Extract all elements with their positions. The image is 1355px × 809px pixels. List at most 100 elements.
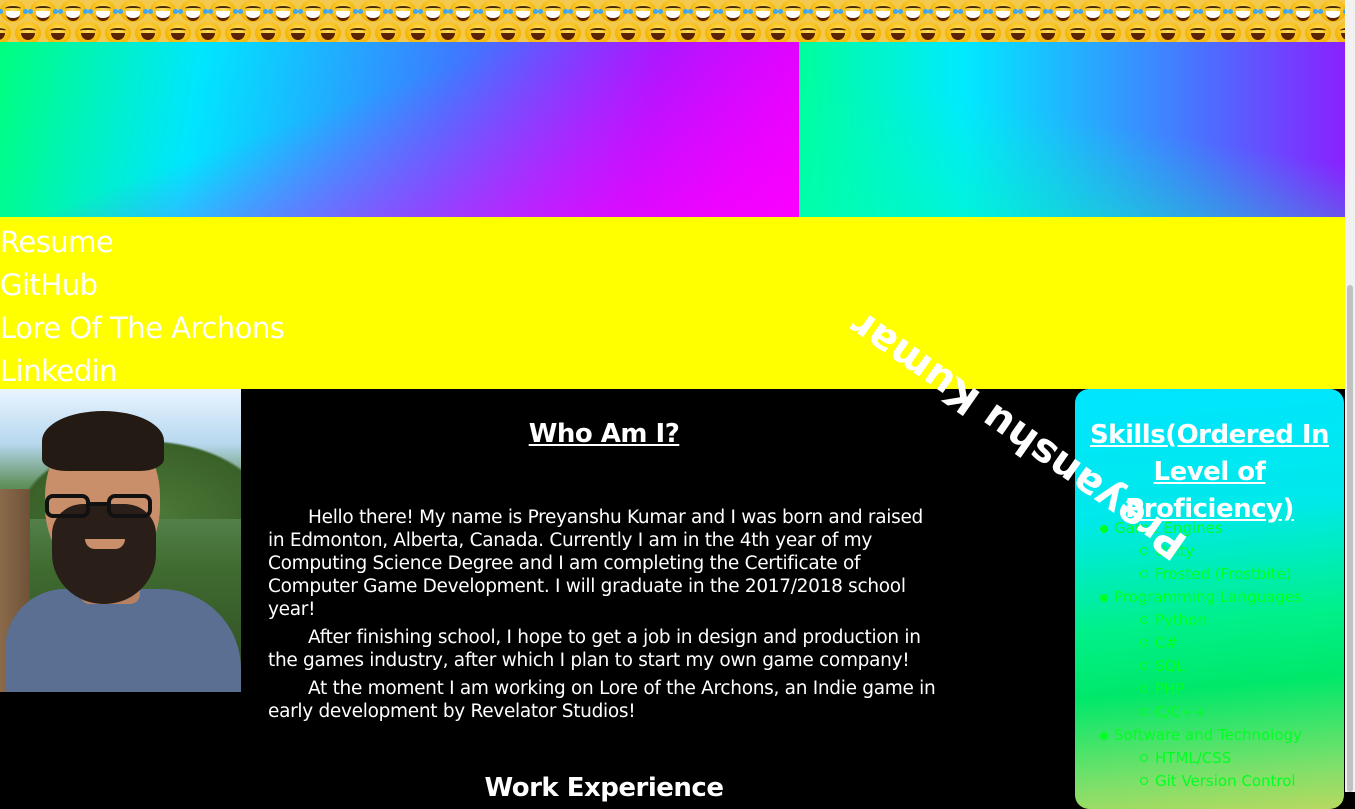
laughing-emoji-icon bbox=[838, 0, 868, 22]
laughing-emoji-icon bbox=[525, 22, 551, 42]
laughing-emoji-icon bbox=[345, 22, 371, 42]
laughing-emoji-icon bbox=[1155, 22, 1181, 42]
laughing-emoji-icon bbox=[28, 0, 58, 22]
laughing-emoji-icon bbox=[1108, 0, 1138, 22]
laughing-emoji-icon bbox=[328, 0, 358, 22]
laughing-emoji-icon bbox=[765, 22, 791, 42]
laughing-emoji-icon bbox=[958, 0, 988, 22]
nav-link-lore-of-the-archons[interactable]: Lore Of The Archons bbox=[0, 307, 285, 350]
laughing-emoji-icon bbox=[225, 22, 251, 42]
laughing-emoji-icon bbox=[208, 0, 238, 22]
laughing-emoji-icon bbox=[15, 22, 41, 42]
laughing-emoji-icon bbox=[165, 22, 191, 42]
laughing-emoji-icon bbox=[1125, 22, 1151, 42]
work-experience-title: Work Experience bbox=[484, 773, 724, 803]
laughing-emoji-icon bbox=[1275, 22, 1301, 42]
laughing-emoji-icon bbox=[688, 0, 718, 22]
laughing-emoji-icon bbox=[75, 22, 101, 42]
laughing-emoji-icon bbox=[628, 0, 658, 22]
laughing-emoji-icon bbox=[1198, 0, 1228, 22]
laughing-emoji-icon bbox=[418, 0, 448, 22]
laughing-emoji-icon bbox=[1335, 22, 1345, 42]
nav-link-resume[interactable]: Resume bbox=[0, 221, 284, 264]
laughing-emoji-icon bbox=[178, 0, 208, 22]
bio-text: Hello there! My name is Preyanshu Kumar … bbox=[268, 506, 940, 728]
skills-panel: Skills(Ordered In Level of Proficiency) … bbox=[1075, 389, 1344, 809]
laughing-emoji-icon bbox=[928, 0, 958, 22]
laughing-emoji-icon bbox=[465, 22, 491, 42]
laughing-emoji-icon bbox=[1258, 0, 1288, 22]
laughing-emoji-icon bbox=[1318, 0, 1345, 22]
profile-photo bbox=[0, 389, 241, 692]
laughing-emoji-icon bbox=[538, 0, 568, 22]
laughing-emoji-icon bbox=[1048, 0, 1078, 22]
skill-item: Git Version Control bbox=[1097, 770, 1302, 793]
laughing-emoji-icon bbox=[825, 22, 851, 42]
laughing-emoji-icon bbox=[675, 22, 701, 42]
laughing-emoji-icon bbox=[0, 22, 11, 42]
gradient-banner-right bbox=[799, 42, 1345, 217]
laughing-emoji-icon bbox=[915, 22, 941, 42]
scrollbar[interactable] bbox=[1345, 0, 1355, 792]
laughing-emoji-icon bbox=[658, 0, 688, 22]
skill-item: Python bbox=[1097, 609, 1302, 632]
laughing-emoji-icon bbox=[645, 22, 671, 42]
laughing-emoji-icon bbox=[435, 22, 461, 42]
laughing-emoji-icon bbox=[1065, 22, 1091, 42]
laughing-emoji-icon bbox=[735, 22, 761, 42]
laughing-emoji-icon bbox=[718, 0, 748, 22]
about-title: Who Am I? bbox=[528, 419, 680, 449]
laughing-emoji-icon bbox=[885, 22, 911, 42]
laughing-emoji-icon bbox=[868, 0, 898, 22]
laughing-emoji-icon bbox=[1078, 0, 1108, 22]
laughing-emoji-icon bbox=[495, 22, 521, 42]
bio-paragraph: After finishing school, I hope to get a … bbox=[268, 627, 921, 671]
laughing-emoji-icon bbox=[58, 0, 88, 22]
laughing-emoji-icon bbox=[1035, 22, 1061, 42]
laughing-emoji-icon bbox=[945, 22, 971, 42]
nav-link-github[interactable]: GitHub bbox=[0, 264, 284, 307]
laughing-emoji-icon bbox=[615, 22, 641, 42]
laughing-emoji-icon bbox=[585, 22, 611, 42]
laughing-emoji-icon bbox=[448, 0, 478, 22]
skills-list: Game Engines Unity Frosted (Frostbite) Prog… bbox=[1097, 517, 1302, 793]
laughing-emoji-icon bbox=[1185, 22, 1211, 42]
laughing-emoji-icon bbox=[298, 0, 328, 22]
laughing-emoji-icon bbox=[1305, 22, 1331, 42]
laughing-emoji-icon bbox=[315, 22, 341, 42]
laughing-emoji-icon bbox=[855, 22, 881, 42]
bio-paragraph: Hello there! My name is Preyanshu Kumar … bbox=[268, 507, 923, 620]
laughing-emoji-icon bbox=[88, 0, 118, 22]
laughing-emoji-icon bbox=[405, 22, 431, 42]
skill-item: HTML/CSS bbox=[1097, 747, 1302, 770]
laughing-emoji-icon bbox=[1018, 0, 1048, 22]
laughing-emoji-icon bbox=[795, 22, 821, 42]
skill-category: Software and Technology bbox=[1097, 724, 1302, 747]
laughing-emoji-icon bbox=[1245, 22, 1271, 42]
skill-item: Unity bbox=[1097, 540, 1302, 563]
laughing-emoji-icon bbox=[195, 22, 221, 42]
laughing-emoji-icon bbox=[118, 0, 148, 22]
laughing-emoji-icon bbox=[988, 0, 1018, 22]
nav-bar: Resume GitHub Lore Of The Archons Linked… bbox=[0, 217, 1345, 389]
scrollbar-thumb[interactable] bbox=[1347, 285, 1353, 792]
laughing-emoji-icon bbox=[0, 0, 28, 22]
laughing-emoji-icon bbox=[568, 0, 598, 22]
laughing-emoji-icon bbox=[1215, 22, 1241, 42]
skill-item: Frosted (Frostbite) bbox=[1097, 563, 1302, 586]
laughing-emoji-icon bbox=[238, 0, 268, 22]
laughing-emoji-icon bbox=[1095, 22, 1121, 42]
laughing-emoji-icon bbox=[975, 22, 1001, 42]
laughing-emoji-icon bbox=[1168, 0, 1198, 22]
nav-link-linkedin[interactable]: Linkedin bbox=[0, 350, 284, 393]
laughing-emoji-icon bbox=[358, 0, 388, 22]
laughing-emoji-icon bbox=[598, 0, 628, 22]
laughing-emoji-icon bbox=[1005, 22, 1031, 42]
laughing-emoji-icon bbox=[148, 0, 178, 22]
laughing-emoji-icon bbox=[45, 22, 71, 42]
laughing-emoji-icon bbox=[748, 0, 778, 22]
laughing-emoji-icon bbox=[268, 0, 298, 22]
laughing-emoji-icon bbox=[508, 0, 538, 22]
laughing-emoji-icon bbox=[285, 22, 311, 42]
skill-category: Programming Languages bbox=[1097, 586, 1302, 609]
